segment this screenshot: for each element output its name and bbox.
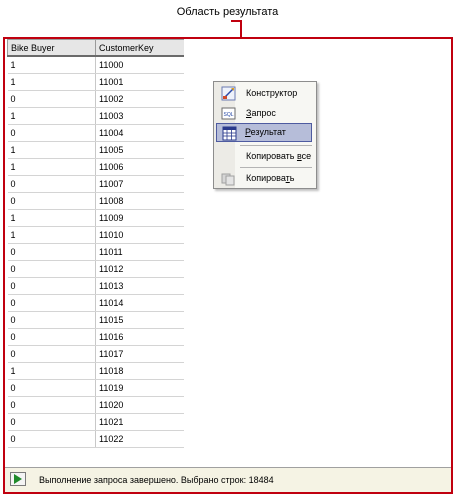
- cell-customer-key[interactable]: 11007: [95, 175, 184, 193]
- table-row[interactable]: 1 11003: [7, 107, 184, 125]
- cell-bike-buyer[interactable]: 1: [7, 107, 96, 125]
- table-row[interactable]: 0 11008: [7, 192, 184, 210]
- results-grid[interactable]: Bike Buyer CustomerKey 1 11000 1 11001 0 1100…: [7, 39, 184, 462]
- table-row[interactable]: 1 11001: [7, 73, 184, 91]
- cell-bike-buyer[interactable]: 0: [7, 294, 96, 312]
- cell-customer-key[interactable]: 11005: [95, 141, 184, 159]
- table-row[interactable]: 0 11022: [7, 430, 184, 448]
- cell-customer-key[interactable]: 11000: [95, 56, 184, 74]
- cell-bike-buyer[interactable]: 0: [7, 430, 96, 448]
- table-row[interactable]: 0 11004: [7, 124, 184, 142]
- table-row[interactable]: 0 11014: [7, 294, 184, 312]
- result-grid-icon: [222, 126, 237, 141]
- table-row[interactable]: 0 11013: [7, 277, 184, 295]
- column-header-customer-key[interactable]: CustomerKey: [95, 39, 184, 57]
- view-context-menu: Конструктор SQL Запрос Результат Копиров…: [213, 81, 317, 189]
- table-row[interactable]: 1 11010: [7, 226, 184, 244]
- menu-separator: [240, 145, 312, 146]
- menu-item-designer-label: Конструктор: [246, 88, 298, 98]
- status-bar: Выполнение запроса завершено. Выбрано ст…: [5, 467, 451, 492]
- cell-bike-buyer[interactable]: 0: [7, 379, 96, 397]
- table-row[interactable]: 0 11011: [7, 243, 184, 261]
- cell-bike-buyer[interactable]: 0: [7, 124, 96, 142]
- cell-customer-key[interactable]: 11004: [95, 124, 184, 142]
- cell-customer-key[interactable]: 11017: [95, 345, 184, 363]
- cell-bike-buyer[interactable]: 1: [7, 226, 96, 244]
- cell-customer-key[interactable]: 11016: [95, 328, 184, 346]
- cell-bike-buyer[interactable]: 0: [7, 413, 96, 431]
- menu-item-query-label: Запрос: [246, 108, 276, 118]
- cell-customer-key[interactable]: 11010: [95, 226, 184, 244]
- cell-bike-buyer[interactable]: 0: [7, 345, 96, 363]
- cell-bike-buyer[interactable]: 1: [7, 56, 96, 74]
- sql-query-icon: SQL: [221, 106, 236, 121]
- copy-icon: [221, 171, 236, 186]
- cell-bike-buyer[interactable]: 1: [7, 141, 96, 159]
- cell-customer-key[interactable]: 11021: [95, 413, 184, 431]
- cell-customer-key[interactable]: 11009: [95, 209, 184, 227]
- svg-text:SQL: SQL: [223, 112, 233, 118]
- cell-bike-buyer[interactable]: 0: [7, 311, 96, 329]
- menu-item-copy[interactable]: Копировать: [216, 169, 312, 188]
- menu-item-copy-all[interactable]: Копировать все: [216, 147, 312, 166]
- cell-customer-key[interactable]: 11013: [95, 277, 184, 295]
- run-button[interactable]: [10, 472, 26, 486]
- table-row[interactable]: 1 11018: [7, 362, 184, 380]
- column-header-bike-buyer[interactable]: Bike Buyer: [7, 39, 96, 57]
- menu-item-result[interactable]: Результат: [216, 123, 312, 142]
- cell-customer-key[interactable]: 11015: [95, 311, 184, 329]
- cell-customer-key[interactable]: 11019: [95, 379, 184, 397]
- cell-bike-buyer[interactable]: 0: [7, 175, 96, 193]
- cell-customer-key[interactable]: 11020: [95, 396, 184, 414]
- table-row[interactable]: 0 11017: [7, 345, 184, 363]
- header-row: Bike Buyer CustomerKey: [7, 39, 184, 57]
- cell-customer-key[interactable]: 11002: [95, 90, 184, 108]
- cell-bike-buyer[interactable]: 1: [7, 73, 96, 91]
- cell-customer-key[interactable]: 11006: [95, 158, 184, 176]
- cell-customer-key[interactable]: 11012: [95, 260, 184, 278]
- table-row[interactable]: 0 11021: [7, 413, 184, 431]
- results-table: Bike Buyer CustomerKey 1 11000 1 11001 0 1100…: [7, 39, 184, 448]
- cell-bike-buyer[interactable]: 0: [7, 90, 96, 108]
- menu-item-designer[interactable]: Конструктор: [216, 84, 312, 103]
- designer-icon: [221, 86, 236, 101]
- cell-bike-buyer[interactable]: 0: [7, 243, 96, 261]
- menu-item-query[interactable]: SQL Запрос: [216, 104, 312, 123]
- cell-bike-buyer[interactable]: 0: [7, 328, 96, 346]
- table-row[interactable]: 0 11016: [7, 328, 184, 346]
- cell-customer-key[interactable]: 11011: [95, 243, 184, 261]
- cell-customer-key[interactable]: 11008: [95, 192, 184, 210]
- cell-customer-key[interactable]: 11018: [95, 362, 184, 380]
- table-row[interactable]: 0 11019: [7, 379, 184, 397]
- caption-leader-tick: [231, 20, 242, 22]
- menu-item-result-label: Результат: [245, 127, 286, 137]
- table-row[interactable]: 1 11006: [7, 158, 184, 176]
- cell-customer-key[interactable]: 11022: [95, 430, 184, 448]
- table-row[interactable]: 0 11002: [7, 90, 184, 108]
- table-row[interactable]: 0 11020: [7, 396, 184, 414]
- caption-leader-line: [240, 20, 242, 37]
- cell-bike-buyer[interactable]: 1: [7, 362, 96, 380]
- cell-customer-key[interactable]: 11001: [95, 73, 184, 91]
- cell-bike-buyer[interactable]: 1: [7, 158, 96, 176]
- table-row[interactable]: 0 11012: [7, 260, 184, 278]
- table-row[interactable]: 0 11007: [7, 175, 184, 193]
- play-icon: [14, 474, 22, 484]
- cell-bike-buyer[interactable]: 1: [7, 209, 96, 227]
- cell-bike-buyer[interactable]: 0: [7, 192, 96, 210]
- cell-bike-buyer[interactable]: 0: [7, 396, 96, 414]
- result-area-caption: Область результата: [176, 6, 279, 18]
- cell-bike-buyer[interactable]: 0: [7, 260, 96, 278]
- table-row[interactable]: 1 11009: [7, 209, 184, 227]
- cell-customer-key[interactable]: 11003: [95, 107, 184, 125]
- table-row[interactable]: 0 11015: [7, 311, 184, 329]
- menu-item-copy-all-label: Копировать все: [246, 151, 312, 161]
- status-message: Выполнение запроса завершено. Выбрано ст…: [39, 475, 274, 485]
- cell-customer-key[interactable]: 11014: [95, 294, 184, 312]
- menu-item-copy-label: Копировать: [246, 173, 295, 183]
- table-row[interactable]: 1 11005: [7, 141, 184, 159]
- cell-bike-buyer[interactable]: 0: [7, 277, 96, 295]
- menu-separator: [240, 167, 312, 168]
- table-row[interactable]: 1 11000: [7, 56, 184, 74]
